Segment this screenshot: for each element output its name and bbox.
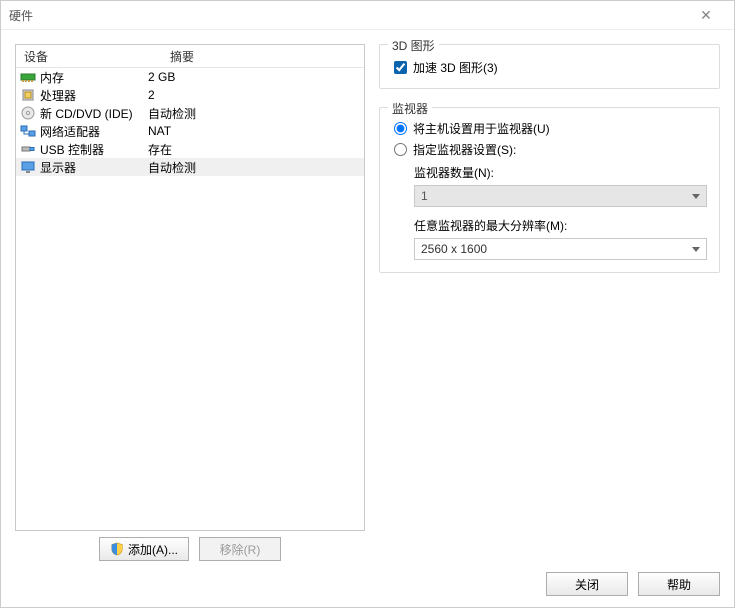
device-name: 新 CD/DVD (IDE) [40,105,133,122]
hardware-list-panel: 设备 摘要 内存2 GB处理器2新 CD/DVD (IDE)自动检测网络适配器N… [15,44,365,561]
help-button-label: 帮助 [667,576,691,593]
radio-specify-row[interactable]: 指定监视器设置(S): [392,139,707,160]
close-icon[interactable]: ✕ [686,7,726,24]
device-name: USB 控制器 [40,141,104,158]
device-cell: 内存 [16,68,146,87]
remove-button-label: 移除(R) [220,541,261,558]
list-header: 设备 摘要 [16,45,364,68]
radio-use-host-row[interactable]: 将主机设置用于监视器(U) [392,118,707,139]
device-name: 内存 [40,69,64,86]
table-row[interactable]: 显示器 自动检测 [16,158,364,176]
accel-3d-label: 加速 3D 图形(3) [413,59,498,76]
hardware-list[interactable]: 设备 摘要 内存2 GB处理器2新 CD/DVD (IDE)自动检测网络适配器N… [15,44,365,531]
table-row[interactable]: USB 控制器 存在 [16,140,364,158]
max-resolution-value: 2560 x 1600 [421,242,487,256]
header-summary: 摘要 [162,45,364,67]
device-summary: 存在 [146,140,364,159]
accel-3d-row[interactable]: 加速 3D 图形(3) [392,55,707,76]
window-title: 硬件 [9,7,686,24]
settings-panel: 3D 图形 加速 3D 图形(3) 监视器 将主机设置用于监视器(U) 指定监视… [379,44,720,561]
close-button[interactable]: 关闭 [546,572,628,596]
device-summary: NAT [146,123,364,139]
dialog-body: 设备 摘要 内存2 GB处理器2新 CD/DVD (IDE)自动检测网络适配器N… [1,30,734,561]
titlebar: 硬件 ✕ [1,1,734,30]
group-monitor-title: 监视器 [388,100,432,117]
device-summary: 2 GB [146,69,364,85]
monitor-count-value: 1 [421,189,428,203]
remove-button: 移除(R) [199,537,281,561]
device-name: 显示器 [40,159,76,176]
list-buttons: 添加(A)... 移除(R) [15,531,365,561]
device-cell: 网络适配器 [16,122,146,141]
cpu-icon [20,87,36,103]
monitor-sub-settings: 监视器数量(N): 1 任意监视器的最大分辨率(M): 2560 x 1600 [392,164,707,260]
max-resolution-select[interactable]: 2560 x 1600 [414,238,707,260]
device-name: 处理器 [40,87,76,104]
device-cell: USB 控制器 [16,140,146,159]
dialog-footer: 关闭 帮助 [1,561,734,607]
hardware-dialog: 硬件 ✕ 设备 摘要 内存2 GB处理器2新 CD/DVD (IDE)自动检测网… [0,0,735,608]
usb-icon [20,141,36,157]
add-button-label: 添加(A)... [128,541,178,558]
display-icon [20,159,36,175]
radio-specify-label: 指定监视器设置(S): [413,141,516,158]
monitor-count-select[interactable]: 1 [414,185,707,207]
add-button[interactable]: 添加(A)... [99,537,189,561]
group-3d-graphics: 3D 图形 加速 3D 图形(3) [379,44,720,89]
device-name: 网络适配器 [40,123,100,140]
help-button[interactable]: 帮助 [638,572,720,596]
network-icon [20,123,36,139]
close-button-label: 关闭 [575,576,599,593]
header-device: 设备 [16,45,162,67]
disc-icon [20,105,36,121]
table-row[interactable]: 新 CD/DVD (IDE) 自动检测 [16,104,364,122]
memory-icon [20,69,36,85]
device-cell: 显示器 [16,158,146,177]
shield-icon [110,542,124,556]
radio-use-host[interactable] [394,122,407,135]
radio-use-host-label: 将主机设置用于监视器(U) [413,120,550,137]
monitor-count-label: 监视器数量(N): [414,164,707,181]
device-summary: 自动检测 [146,158,364,177]
table-row[interactable]: 内存 2 GB [16,68,364,86]
list-rows: 内存2 GB处理器2新 CD/DVD (IDE)自动检测网络适配器NATUSB … [16,68,364,530]
device-cell: 处理器 [16,86,146,105]
table-row[interactable]: 网络适配器 NAT [16,122,364,140]
device-summary: 自动检测 [146,104,364,123]
radio-specify[interactable] [394,143,407,156]
device-summary: 2 [146,87,364,103]
max-resolution-label: 任意监视器的最大分辨率(M): [414,217,707,234]
group-monitor: 监视器 将主机设置用于监视器(U) 指定监视器设置(S): 监视器数量(N): … [379,107,720,273]
group-3d-title: 3D 图形 [388,37,439,54]
accel-3d-checkbox[interactable] [394,61,407,74]
table-row[interactable]: 处理器 2 [16,86,364,104]
device-cell: 新 CD/DVD (IDE) [16,104,146,123]
